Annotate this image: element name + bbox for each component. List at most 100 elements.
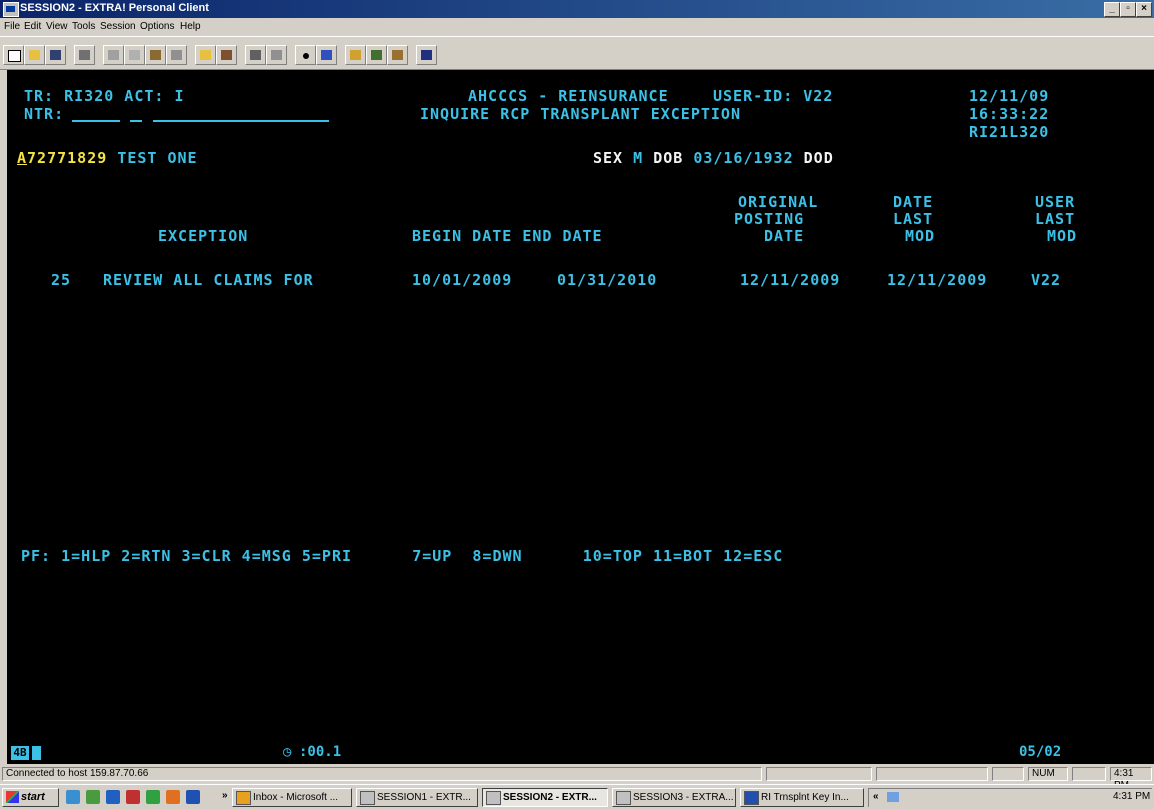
new-icon[interactable] (3, 45, 24, 65)
header-mod: MOD (905, 227, 936, 245)
header-exception: EXCEPTION (158, 227, 249, 245)
window-title: SESSION2 - EXTRA! Personal Client (20, 2, 209, 14)
clock-icon: ◷ (283, 744, 292, 760)
terminal-timer: :00.1 (299, 744, 342, 760)
quicklaunch-desktop-icon[interactable] (86, 790, 100, 804)
sex-label: SEX (593, 149, 624, 167)
row-end-date: 01/31/2010 (557, 271, 658, 289)
menu-session[interactable]: Session (100, 21, 136, 32)
tray-expand-icon[interactable]: « (873, 791, 879, 802)
header-original: ORIGINAL (738, 193, 819, 211)
status-panel-4 (992, 767, 1024, 781)
sex-value: M (633, 149, 644, 167)
ntr-field-3[interactable] (153, 120, 329, 122)
paste-icon[interactable] (145, 45, 166, 65)
quicklaunch-ie-icon[interactable] (66, 790, 80, 804)
row-last-mod: 12/11/2009 (887, 271, 988, 289)
row-user: V22 (1031, 271, 1062, 289)
mail-tray-icon[interactable] (887, 792, 899, 802)
start-button[interactable]: start (2, 788, 59, 807)
menu-tools[interactable]: Tools (72, 21, 95, 32)
help-icon[interactable] (416, 45, 437, 65)
system-tray: « 4:31 PM (868, 788, 1152, 807)
menu-options[interactable]: Options (140, 21, 174, 32)
menu-help[interactable]: Help (180, 21, 201, 32)
header-user-last: LAST (1035, 210, 1076, 228)
terminal-screen[interactable]: TR: RI320 ACT: I NTR: AHCCCS - REINSURAN… (7, 70, 1154, 742)
keyboard-icon[interactable] (366, 45, 387, 65)
num-lock-indicator: NUM (1028, 767, 1068, 781)
tools-icon[interactable] (216, 45, 237, 65)
cut-icon[interactable] (103, 45, 124, 65)
open-icon[interactable] (24, 45, 45, 65)
dob-label: DOB (653, 149, 684, 167)
screen-id: RI21L320 (969, 123, 1050, 141)
taskbar: start » Inbox - Microsoft ... SESSION1 -… (0, 784, 1154, 809)
task-session2[interactable]: SESSION2 - EXTR... (482, 788, 608, 807)
toolbar (0, 36, 1154, 70)
ntr-field-2[interactable] (130, 120, 142, 122)
menu-view[interactable]: View (46, 21, 68, 32)
cursor-position: 05/02 (1019, 744, 1062, 760)
task-inbox[interactable]: Inbox - Microsoft ... (232, 788, 352, 807)
task-session1[interactable]: SESSION1 - EXTR... (356, 788, 478, 807)
header-user: USER (1035, 193, 1076, 211)
menu-bar: File Edit View Tools Session Options Hel… (0, 18, 1154, 36)
quickpad-icon[interactable] (345, 45, 366, 65)
transfer-icon[interactable] (245, 45, 266, 65)
taskbar-clock: 4:31 PM (1113, 791, 1151, 802)
header-posting: POSTING (734, 210, 805, 228)
system-name: AHCCCS - REINSURANCE (468, 87, 669, 105)
settings-icon[interactable] (387, 45, 408, 65)
record-icon[interactable] (295, 45, 316, 65)
header-begin-end: BEGIN DATE END DATE (412, 227, 603, 245)
quicklaunch-outlook-icon[interactable] (166, 790, 180, 804)
status-time: 4:31 PM (1110, 767, 1152, 791)
quicklaunch-acrobat-icon[interactable] (126, 790, 140, 804)
row-code: 25 (51, 271, 72, 289)
close-button[interactable]: × (1136, 2, 1152, 17)
cursor-block (32, 746, 41, 760)
hotspot-icon[interactable] (316, 45, 337, 65)
print-icon[interactable] (74, 45, 95, 65)
task-ri-trnsplnt[interactable]: RI Trnsplnt Key In... (740, 788, 864, 807)
quicklaunch-browser-icon[interactable] (106, 790, 120, 804)
screen-date: 12/11/09 (969, 87, 1050, 105)
status-panel-3 (876, 767, 988, 781)
demographics-line: SEX M DOB 03/16/1932 DOD (593, 150, 834, 167)
folder-icon[interactable] (195, 45, 216, 65)
header-date: DATE (893, 193, 934, 211)
ntr-label: NTR: (24, 105, 65, 123)
task-session3[interactable]: SESSION3 - EXTRA... (612, 788, 736, 807)
dod-label: DOD (803, 149, 834, 167)
status-panel-2 (766, 767, 872, 781)
save-icon[interactable] (45, 45, 66, 65)
maximize-button[interactable]: ▫ (1120, 2, 1136, 17)
row-exception: REVIEW ALL CLAIMS FOR (103, 271, 314, 289)
row-begin-date: 10/01/2009 (412, 271, 513, 289)
header-posting-date: DATE (764, 227, 805, 245)
quicklaunch-word-icon[interactable] (186, 790, 200, 804)
minimize-button[interactable]: _ (1104, 2, 1120, 17)
copy-icon[interactable] (124, 45, 145, 65)
header-last: LAST (893, 210, 934, 228)
menu-edit[interactable]: Edit (24, 21, 41, 32)
member-id: 72771829 (27, 149, 108, 167)
member-prefix[interactable]: A (17, 149, 27, 167)
menu-file[interactable]: File (4, 21, 20, 32)
ntr-field-1[interactable] (72, 120, 120, 122)
quicklaunch-excel-icon[interactable] (146, 790, 160, 804)
dial-icon[interactable] (266, 45, 287, 65)
terminal-status-line: 4B ◷ :00.1 05/02 (7, 742, 1154, 764)
screen-time: 16:33:22 (969, 105, 1050, 123)
screen-title: INQUIRE RCP TRANSPLANT EXCEPTION (420, 105, 741, 123)
title-bar: SESSION2 - EXTRA! Personal Client _ ▫ × (0, 0, 1154, 18)
macro-icon[interactable] (166, 45, 187, 65)
user-id: USER-ID: V22 (713, 87, 834, 105)
row-posting-date: 12/11/2009 (740, 271, 841, 289)
quicklaunch-overflow-icon[interactable]: » (222, 790, 228, 801)
transaction-code: TR: RI320 ACT: I (24, 87, 185, 105)
member-line: A72771829 TEST ONE (17, 150, 198, 167)
keyboard-mode-indicator: 4B (11, 746, 29, 760)
status-panel-6 (1072, 767, 1106, 781)
